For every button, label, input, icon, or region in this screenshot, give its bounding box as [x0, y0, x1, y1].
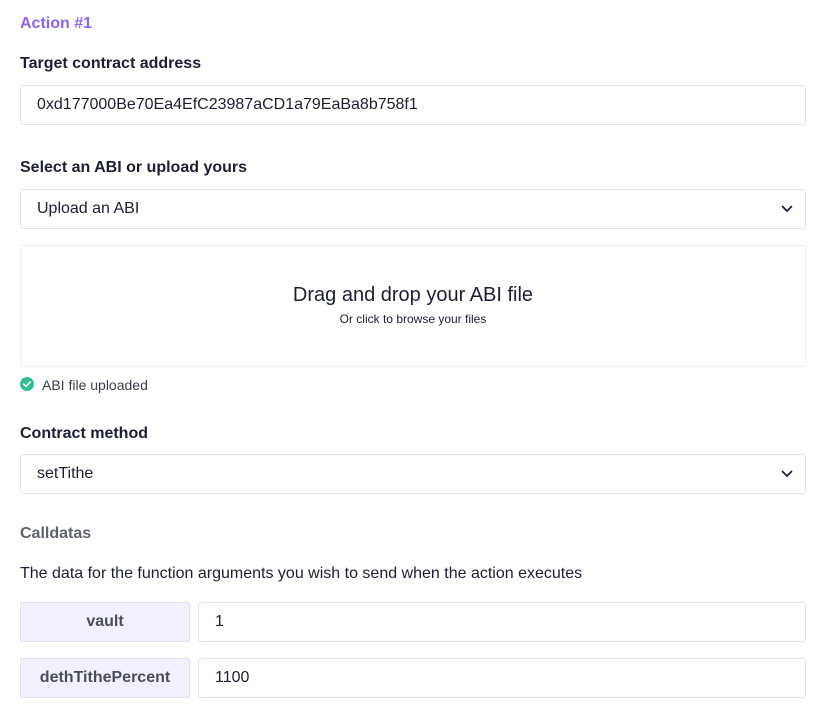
arg-value-text: 1100 [215, 669, 250, 686]
dropzone-subtitle: Or click to browse your files [339, 312, 487, 326]
calldatas-title: Calldatas [20, 525, 92, 542]
abi-select-value: Upload an ABI [37, 200, 140, 217]
arg-name-label: vault [20, 602, 190, 642]
chevron-down-icon [769, 190, 805, 228]
abi-select-label: Select an ABI or upload yours [20, 159, 248, 176]
upload-status-text: ABI file uploaded [42, 377, 148, 393]
arg-name-label: dethTithePercent [20, 658, 190, 698]
arg-value-input[interactable]: 1100 [198, 658, 806, 698]
target-address-input[interactable]: 0xd177000Be70Ea4EfC23987aCD1a79EaBa8b758… [20, 85, 806, 125]
calldata-arg-row: vault 1 [20, 602, 806, 642]
target-address-value: 0xd177000Be70Ea4EfC23987aCD1a79EaBa8b758… [37, 96, 418, 113]
abi-dropzone[interactable]: Drag and drop your ABI file Or click to … [20, 245, 806, 367]
chevron-down-icon [769, 455, 805, 493]
abi-upload-status: ABI file uploaded [20, 376, 148, 394]
target-address-label: Target contract address [20, 55, 202, 72]
contract-method-label: Contract method [20, 425, 148, 442]
check-circle-icon [20, 377, 34, 391]
arg-value-text: 1 [215, 613, 224, 630]
contract-method-value: setTithe [37, 465, 94, 482]
arg-value-input[interactable]: 1 [198, 602, 806, 642]
action-title: Action #1 [20, 15, 93, 32]
calldata-arg-row: dethTithePercent 1100 [20, 658, 806, 698]
contract-method-dropdown[interactable]: setTithe [20, 454, 806, 494]
dropzone-title: Drag and drop your ABI file [292, 284, 534, 306]
calldatas-description: The data for the function arguments you … [20, 565, 583, 582]
abi-select-dropdown[interactable]: Upload an ABI [20, 189, 806, 229]
